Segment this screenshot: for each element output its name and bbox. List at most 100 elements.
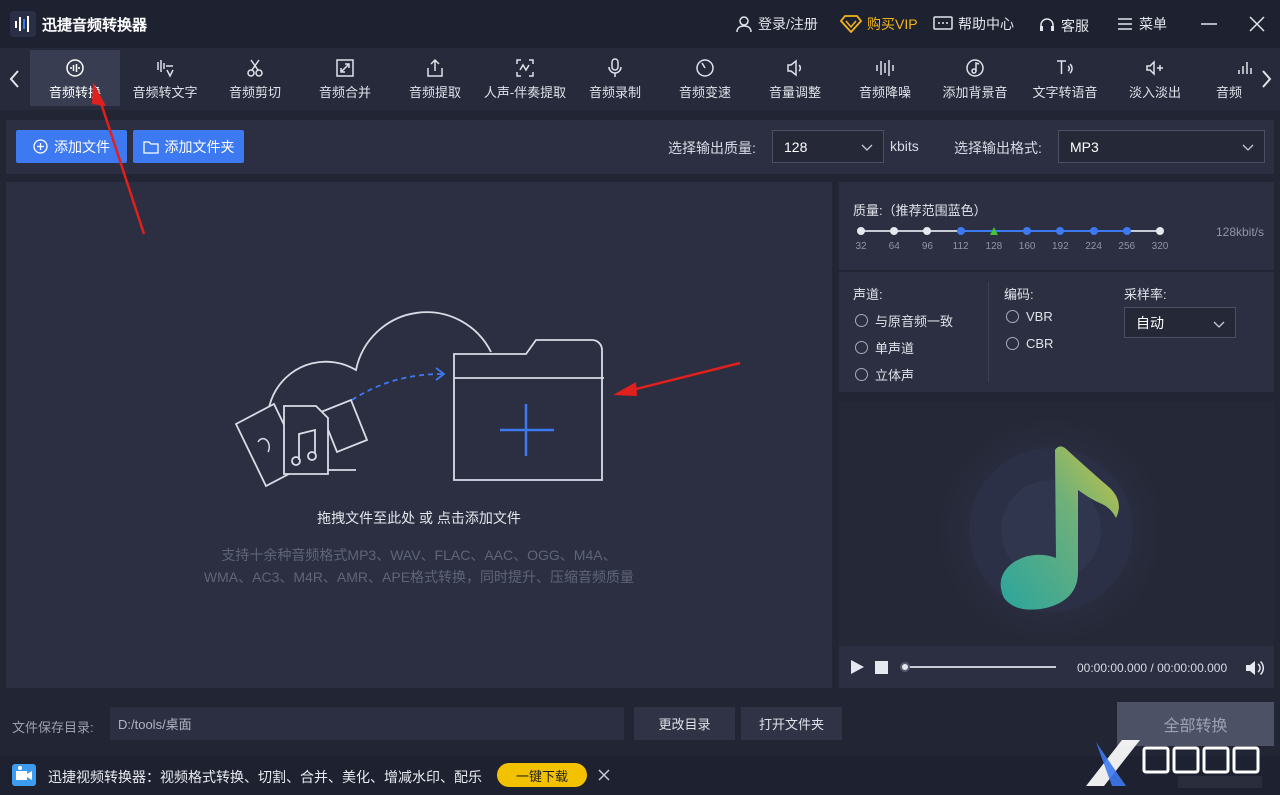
- buy-vip-button[interactable]: 购买VIP: [840, 13, 918, 35]
- quality-tick-label: 320: [1151, 241, 1169, 252]
- radio-label: VBR: [1026, 309, 1053, 324]
- close-icon[interactable]: [1245, 12, 1269, 36]
- channel-stereo-radio[interactable]: 立体声: [855, 365, 914, 384]
- login-button[interactable]: 登录/注册: [735, 13, 818, 35]
- tool-vocal-extract[interactable]: 人声-伴奏提取: [480, 50, 570, 106]
- add-file-label: 添加文件: [54, 138, 110, 155]
- music-note-artwork: [935, 414, 1167, 646]
- chevron-down-icon: [1242, 144, 1254, 151]
- quality-stop[interactable]: [1156, 227, 1164, 235]
- tool-strip: 音频转换 音频转文字 音频剪切 音频合并 音频提取 人声-伴奏提取 音频录制 音…: [0, 48, 1280, 110]
- tool-add-background[interactable]: 添加背景音: [930, 50, 1020, 106]
- scroll-right-icon[interactable]: [1256, 66, 1276, 92]
- quality-slider[interactable]: 32 64 96 112 128 160 192 224 256 320: [839, 182, 1274, 270]
- tool-fade[interactable]: 淡入淡出: [1110, 50, 1200, 106]
- tool-volume-adjust[interactable]: 音量调整: [750, 50, 840, 106]
- action-bar: 添加文件 添加文件夹 选择输出质量: 128 kbits 选择输出格式: MP3: [6, 120, 1274, 174]
- chevron-down-icon: [1213, 321, 1225, 328]
- channel-mono-radio[interactable]: 单声道: [855, 338, 914, 357]
- vip-label: 购买VIP: [867, 16, 918, 32]
- quality-stop[interactable]: [956, 227, 965, 235]
- extract-icon: [427, 58, 443, 77]
- format-select[interactable]: MP3: [1058, 130, 1265, 163]
- quality-stop[interactable]: [1056, 227, 1065, 235]
- hamburger-menu-icon: [1118, 18, 1132, 30]
- file-drop-area[interactable]: 拖拽文件至此处 或 点击添加文件 支持十余种音频格式MP3、WAV、FLAC、A…: [6, 182, 832, 688]
- help-center-button[interactable]: 帮助中心: [933, 13, 1014, 35]
- plus-circle-icon: [33, 139, 48, 154]
- add-file-button[interactable]: 添加文件: [16, 130, 127, 163]
- quality-recommended-range: [960, 230, 1127, 232]
- speed-icon: [696, 59, 714, 77]
- quality-stop[interactable]: [1089, 227, 1098, 235]
- quality-select-label: 选择输出质量:: [668, 140, 756, 156]
- change-dir-button[interactable]: 更改目录: [634, 707, 735, 740]
- close-promo-icon[interactable]: [598, 769, 610, 781]
- audio-player: 00:00:00.000 / 00:00:00.000: [839, 402, 1274, 688]
- radio-label: 单声道: [875, 341, 915, 356]
- app-logo-icon: [10, 11, 36, 37]
- supported-formats-line2: WMA、AC3、M4R、AMR、APE格式转换，同时提升、压缩音频质量: [203, 569, 635, 585]
- tool-text-to-speech[interactable]: 文字转语音: [1020, 50, 1110, 106]
- stop-icon[interactable]: [875, 661, 888, 674]
- minimize-icon[interactable]: [1197, 12, 1221, 36]
- quality-unit: kbits: [890, 138, 919, 154]
- tool-label: 音频: [1216, 85, 1243, 100]
- service-label: 客服: [1061, 18, 1089, 34]
- site-watermark-logo: [1086, 740, 1262, 788]
- quality-tick-label: 32: [855, 241, 867, 252]
- menu-label: 菜单: [1139, 16, 1167, 32]
- user-icon: [736, 16, 752, 33]
- format-select-label: 选择输出格式:: [954, 140, 1042, 156]
- folder-icon: [142, 140, 159, 154]
- quality-tick-label: 160: [1018, 241, 1036, 252]
- save-dir-input[interactable]: D:/tools/桌面: [110, 707, 624, 740]
- quality-stop[interactable]: [1023, 227, 1032, 235]
- customer-service-button[interactable]: 客服: [1038, 15, 1089, 37]
- quality-select-value: 128: [784, 138, 808, 155]
- quality-panel: 质量:（推荐范围蓝色） 128kbit/s 32 64 96 112 128 160 192…: [839, 182, 1274, 270]
- channel-original-radio[interactable]: 与原音频一致: [855, 311, 953, 330]
- quality-stop[interactable]: [857, 227, 865, 235]
- tool-audio-extract[interactable]: 音频提取: [390, 50, 480, 106]
- help-label: 帮助中心: [958, 16, 1014, 32]
- radio-label: 与原音频一致: [875, 314, 954, 329]
- seek-knob[interactable]: [900, 662, 910, 672]
- tool-audio-cut[interactable]: 音频剪切: [210, 50, 300, 106]
- help-chat-icon: [933, 16, 953, 30]
- open-folder-button[interactable]: 打开文件夹: [741, 707, 842, 740]
- tool-label: 音频变速: [678, 85, 731, 100]
- scroll-left-icon[interactable]: [5, 66, 25, 92]
- samplerate-select[interactable]: 自动: [1124, 307, 1236, 338]
- encoding-vbr-radio[interactable]: VBR: [1006, 309, 1053, 324]
- play-icon[interactable]: [849, 659, 865, 675]
- volume-icon[interactable]: [1245, 659, 1265, 677]
- tool-denoise[interactable]: 音频降噪: [840, 50, 930, 106]
- scissors-icon: [247, 59, 263, 77]
- drop-illustration: [234, 311, 604, 488]
- quality-tick-label: 112: [952, 241, 969, 252]
- tool-audio-speed[interactable]: 音频变速: [660, 50, 750, 106]
- tool-audio-convert[interactable]: 音频转换: [30, 50, 120, 106]
- seek-bar[interactable]: [905, 666, 1056, 668]
- tool-speech-to-text[interactable]: 音频转文字: [120, 50, 210, 106]
- tool-audio-record[interactable]: 音频录制: [570, 50, 660, 106]
- audio-options-panel: 声道: 与原音频一致 单声道 立体声 编码: VBR CBR 采样率: 自动: [839, 272, 1274, 392]
- format-select-value: MP3: [1070, 138, 1099, 155]
- add-folder-button[interactable]: 添加文件夹: [133, 130, 244, 163]
- quality-stop[interactable]: [1122, 227, 1131, 235]
- tool-audio-more[interactable]: 音频: [1200, 50, 1252, 106]
- quality-select[interactable]: 128: [772, 130, 884, 163]
- quality-stop[interactable]: [890, 227, 899, 235]
- merge-icon: [336, 59, 354, 77]
- tool-label: 音频转换: [48, 85, 101, 100]
- tool-audio-merge[interactable]: 音频合并: [300, 50, 390, 106]
- menu-button[interactable]: 菜单: [1116, 13, 1167, 35]
- one-click-download-button[interactable]: 一键下载: [497, 763, 587, 787]
- video-converter-logo-icon: [12, 764, 36, 786]
- quality-stop[interactable]: [989, 227, 998, 235]
- player-controls: 00:00:00.000 / 00:00:00.000: [839, 646, 1274, 688]
- encoding-cbr-radio[interactable]: CBR: [1006, 336, 1053, 351]
- tool-label: 音频合并: [318, 85, 371, 100]
- quality-stop[interactable]: [923, 227, 932, 235]
